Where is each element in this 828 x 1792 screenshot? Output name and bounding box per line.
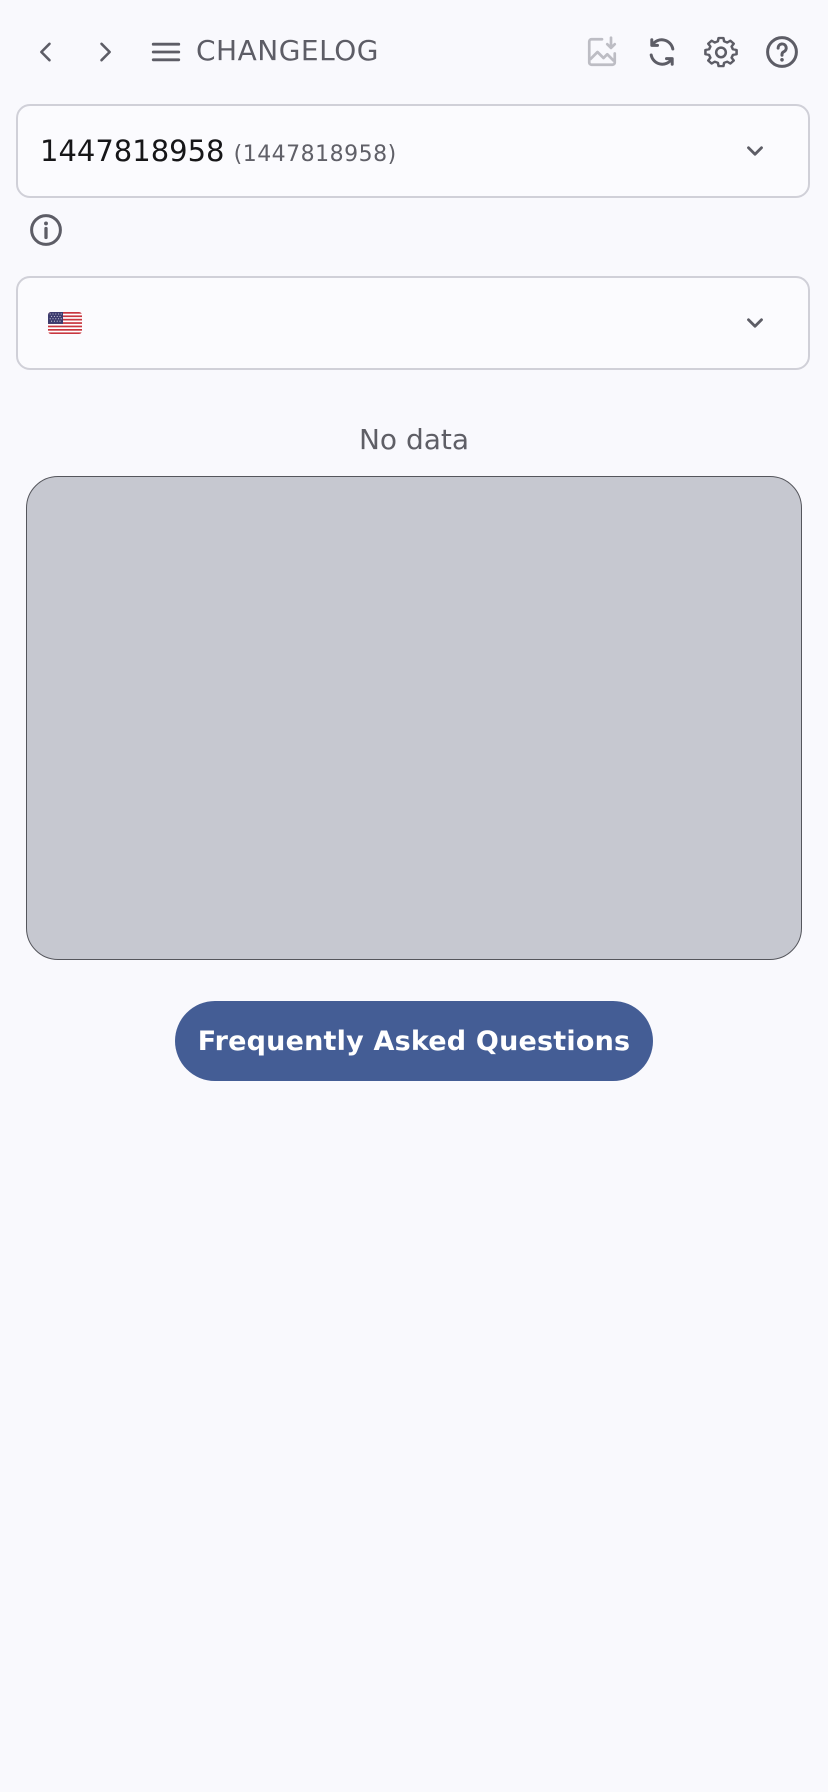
app-select-value: 1447818958 (1447818958) — [40, 132, 397, 175]
forward-button[interactable] — [81, 28, 129, 76]
faq-button[interactable]: Frequently Asked Questions — [175, 1001, 653, 1081]
download-image-button[interactable] — [578, 28, 626, 76]
chevron-left-icon — [40, 42, 51, 62]
refresh-icon — [649, 38, 675, 66]
content-placeholder — [26, 476, 802, 960]
no-data-message: No data — [358, 423, 470, 456]
settings-button[interactable] — [697, 28, 745, 76]
help-button[interactable] — [758, 28, 806, 76]
info-icon[interactable] — [28, 212, 64, 248]
app-id: 1447818958 — [40, 134, 225, 168]
gear-icon — [704, 36, 738, 68]
image-download-icon — [587, 36, 617, 67]
page-title: CHANGELOG — [196, 34, 379, 67]
help-circle-icon — [766, 36, 798, 68]
country-select[interactable] — [16, 276, 810, 370]
refresh-button[interactable] — [638, 28, 686, 76]
us-flag-icon — [48, 312, 82, 334]
hamburger-menu-icon — [151, 42, 181, 62]
chevron-right-icon — [100, 42, 111, 62]
chevron-down-icon — [747, 146, 763, 156]
app-select[interactable]: 1447818958 (1447818958) — [16, 104, 810, 198]
chevron-down-icon — [747, 318, 763, 328]
back-button[interactable] — [22, 28, 70, 76]
top-toolbar: CHANGELOG — [0, 0, 828, 104]
menu-button[interactable] — [142, 28, 190, 76]
app-id-secondary: (1447818958) — [233, 142, 397, 167]
